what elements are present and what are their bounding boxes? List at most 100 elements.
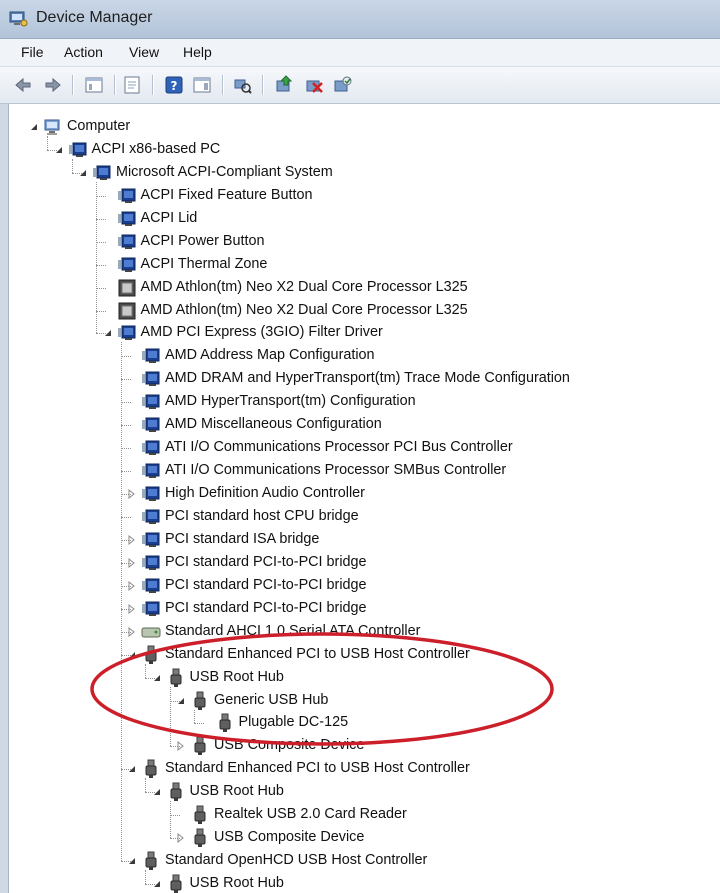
- expanded-arrow-icon[interactable]: [127, 650, 137, 660]
- tree-node[interactable]: PCI standard PCI-to-PCI bridge: [127, 575, 699, 597]
- tree-node[interactable]: AMD Miscellaneous Configuration: [127, 414, 699, 436]
- tree-node[interactable]: AMD PCI Express (3GIO) Filter Driver: [103, 322, 700, 344]
- tree-node-label: PCI standard host CPU bridge: [165, 507, 359, 524]
- tree-node-label: Standard Enhanced PCI to USB Host Contro…: [165, 645, 470, 662]
- tree-node-label: ACPI Fixed Feature Button: [140, 186, 313, 203]
- tree-node[interactable]: PCI standard PCI-to-PCI bridge: [127, 598, 699, 620]
- tree-node[interactable]: USB Composite Device: [176, 827, 699, 849]
- collapsed-arrow-icon[interactable]: [127, 489, 137, 500]
- title-bar[interactable]: Device Manager: [0, 0, 720, 39]
- tree-node[interactable]: Generic USB Hub: [176, 690, 699, 712]
- tree-node[interactable]: USB Composite Device: [176, 735, 699, 757]
- tree-node[interactable]: High Definition Audio Controller: [127, 483, 699, 505]
- device-icon: [142, 463, 160, 479]
- device-icon: [142, 555, 160, 570]
- processor-icon: [118, 302, 135, 320]
- tree-node[interactable]: AMD Address Map Configuration: [127, 345, 699, 367]
- tree-node[interactable]: USB Root Hub: [152, 781, 700, 803]
- forward-arrow-icon[interactable]: [43, 75, 63, 95]
- action-pane-icon[interactable]: [192, 75, 212, 95]
- device-icon: [142, 417, 160, 433]
- usb-icon: [194, 805, 206, 825]
- tree-node[interactable]: Standard OpenHCD USB Host Controller: [127, 850, 699, 872]
- tree-node-label: AMD Athlon(tm) Neo X2 Dual Core Processo…: [140, 278, 468, 295]
- enable-device-icon[interactable]: [332, 75, 352, 95]
- expanded-arrow-icon[interactable]: [127, 856, 137, 866]
- expanded-arrow-icon[interactable]: [103, 328, 113, 338]
- tree-node[interactable]: Standard Enhanced PCI to USB Host Contro…: [127, 644, 699, 666]
- usb-icon: [170, 874, 181, 893]
- expanded-arrow-icon[interactable]: [152, 787, 162, 797]
- tree-node-label: PCI standard PCI-to-PCI bridge: [165, 576, 367, 593]
- device-icon: [142, 578, 160, 593]
- tree-node[interactable]: ACPI Lid: [103, 208, 700, 230]
- back-arrow-icon[interactable]: [13, 75, 33, 95]
- expanded-arrow-icon[interactable]: [29, 122, 39, 132]
- device-icon: [117, 211, 135, 226]
- tree-node-label: AMD Address Map Configuration: [165, 347, 375, 364]
- tree-node[interactable]: USB Root Hub: [152, 667, 700, 689]
- tree-node[interactable]: AMD HyperTransport(tm) Configuration: [127, 391, 699, 413]
- tree-node[interactable]: AMD Athlon(tm) Neo X2 Dual Core Processo…: [103, 277, 700, 299]
- collapsed-arrow-icon[interactable]: [127, 557, 137, 568]
- collapsed-arrow-icon[interactable]: [127, 534, 137, 545]
- menu-file[interactable]: File: [21, 44, 44, 60]
- tree-node[interactable]: Plugable DC-125: [201, 712, 700, 734]
- menu-action[interactable]: Action: [64, 44, 103, 60]
- update-driver-icon[interactable]: [274, 75, 294, 95]
- tree-node[interactable]: Standard AHCI 1.0 Serial ATA Controller: [127, 621, 699, 643]
- tree-node[interactable]: ACPI Power Button: [103, 231, 700, 253]
- tree-node[interactable]: Standard Enhanced PCI to USB Host Contro…: [127, 758, 699, 780]
- tree-node-label: USB Composite Device: [214, 829, 365, 846]
- device-manager-window: Device Manager File Action View Help ? Comp…: [0, 0, 720, 893]
- properties-sheet-icon[interactable]: [122, 75, 142, 95]
- tree-node[interactable]: PCI standard PCI-to-PCI bridge: [127, 552, 699, 574]
- tree-node[interactable]: ACPI x86-based PC: [54, 139, 700, 161]
- expanded-arrow-icon[interactable]: [78, 168, 88, 178]
- uninstall-icon[interactable]: [304, 75, 324, 95]
- toolbar: ?: [0, 67, 720, 104]
- device-icon: [117, 188, 135, 203]
- window-title: Device Manager: [36, 9, 153, 26]
- tree-node[interactable]: Realtek USB 2.0 Card Reader: [176, 804, 699, 826]
- tree-node-label: Computer: [67, 118, 131, 134]
- collapsed-arrow-icon[interactable]: [127, 603, 137, 614]
- tree-node-label: Standard OpenHCD USB Host Controller: [165, 852, 428, 869]
- tree-node[interactable]: ATI I/O Communications Processor SMBus C…: [127, 460, 699, 482]
- tree-node[interactable]: Microsoft ACPI-Compliant System: [78, 162, 699, 184]
- tree-node[interactable]: ATI I/O Communications Processor PCI Bus…: [127, 437, 699, 459]
- device-icon: [142, 348, 160, 364]
- expanded-arrow-icon[interactable]: [152, 879, 162, 889]
- tree-node[interactable]: AMD DRAM and HyperTransport(tm) Trace Mo…: [127, 368, 699, 390]
- tree-node[interactable]: PCI standard ISA bridge: [127, 529, 699, 551]
- device-icon: [117, 234, 135, 249]
- expanded-arrow-icon[interactable]: [176, 696, 186, 706]
- device-tree[interactable]: Computer ACPI x86-based PC Microsoft ACPI-…: [8, 104, 720, 893]
- collapsed-arrow-icon[interactable]: [127, 580, 137, 591]
- device-icon: [68, 142, 86, 157]
- expanded-arrow-icon[interactable]: [127, 764, 137, 774]
- tree-connector-line: [169, 801, 171, 839]
- console-tree-icon[interactable]: [84, 75, 104, 95]
- tree-node[interactable]: USB Root Hub: [152, 873, 700, 893]
- expanded-arrow-icon[interactable]: [152, 673, 162, 683]
- tree-node-label: ACPI Thermal Zone: [140, 255, 268, 272]
- device-icon: [142, 440, 160, 456]
- tree-node-label: ACPI Lid: [140, 209, 198, 226]
- collapsed-arrow-icon[interactable]: [176, 833, 186, 844]
- tree-node[interactable]: Computer: [29, 116, 699, 138]
- collapsed-arrow-icon[interactable]: [176, 741, 186, 752]
- scan-hardware-icon[interactable]: [232, 75, 252, 95]
- tree-node[interactable]: ACPI Thermal Zone: [103, 254, 700, 276]
- tree-node[interactable]: PCI standard host CPU bridge: [127, 506, 699, 528]
- menu-view[interactable]: View: [129, 44, 159, 60]
- tree-connector-line: [47, 136, 49, 150]
- collapsed-arrow-icon[interactable]: [127, 626, 137, 637]
- tree-node[interactable]: ACPI Fixed Feature Button: [103, 185, 700, 207]
- expanded-arrow-icon[interactable]: [54, 145, 64, 155]
- device-icon: [142, 371, 160, 387]
- toolbar-separator: [262, 75, 264, 95]
- help-icon[interactable]: ?: [164, 75, 184, 95]
- tree-node[interactable]: AMD Athlon(tm) Neo X2 Dual Core Processo…: [103, 300, 700, 322]
- menu-help[interactable]: Help: [183, 44, 212, 60]
